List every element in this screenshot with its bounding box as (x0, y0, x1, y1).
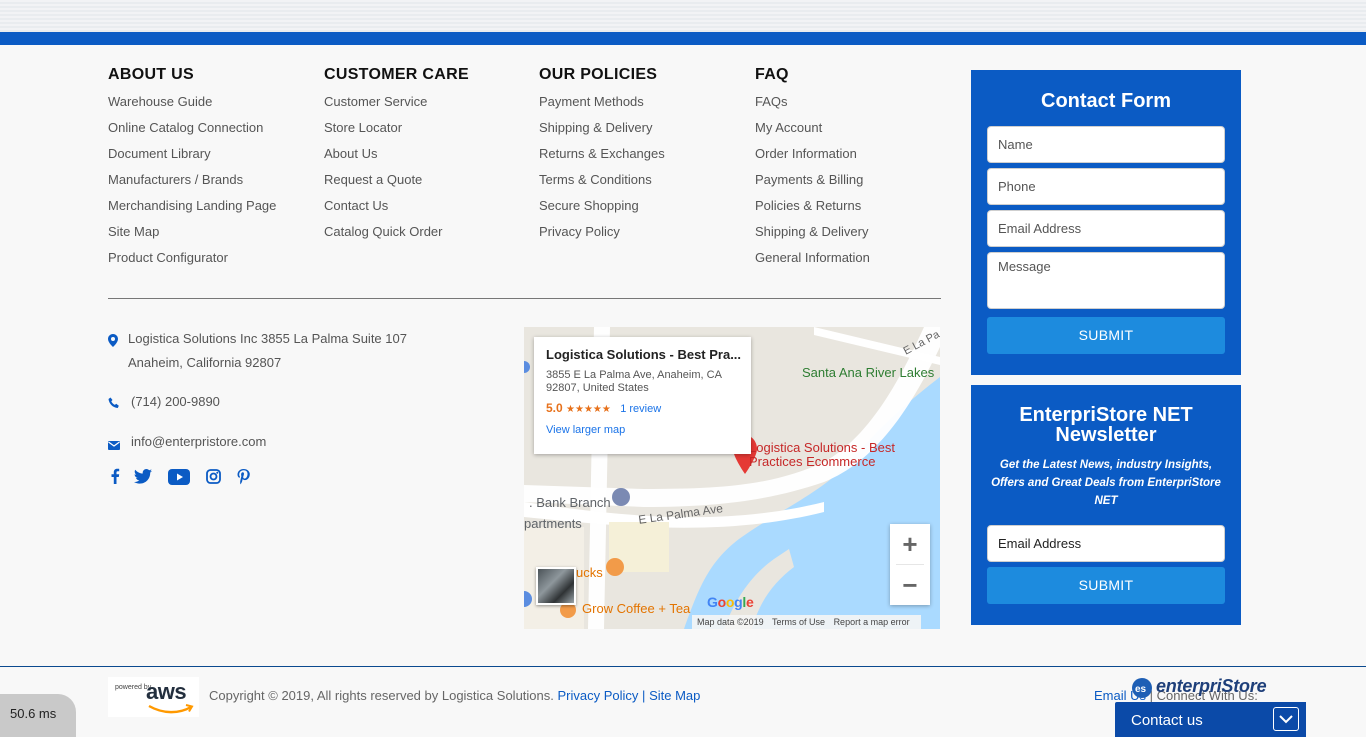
email-address[interactable]: info@enterpristore.com (131, 434, 266, 449)
satellite-toggle[interactable] (536, 567, 576, 605)
divider (108, 298, 941, 299)
newsletter-submit-button[interactable]: SUBMIT (987, 567, 1225, 604)
privacy-policy-link[interactable]: Privacy Policy (558, 688, 639, 703)
phone-field[interactable]: Phone (987, 168, 1225, 205)
place-address: 3855 E La Palma Ave, Anaheim, CA 92807, U… (546, 369, 722, 394)
footer-link[interactable]: Document Library (108, 145, 276, 171)
footer-link[interactable]: Request a Quote (324, 171, 469, 197)
youtube-icon[interactable] (168, 469, 190, 490)
pinterest-icon[interactable] (237, 469, 250, 490)
copyright: Copyright © 2019, All rights reserved by… (209, 688, 701, 703)
footer-link[interactable]: FAQs (755, 93, 870, 119)
footer-link[interactable]: Terms & Conditions (539, 171, 665, 197)
place-info-card: Logistica Solutions - Best Pra... 3855 E… (534, 337, 751, 454)
newsletter-panel: EnterpriStore NET Newsletter Get the Late… (971, 385, 1241, 625)
map-label-bucks: ucks (576, 565, 603, 580)
report-map-error-link[interactable]: Report a map error (834, 617, 910, 627)
svg-text:es: es (1135, 684, 1147, 695)
footer-column-customer-care: CUSTOMER CARE Customer Service Store Loc… (324, 66, 469, 249)
footer-link[interactable]: General Information (755, 249, 870, 275)
email-field[interactable]: Email Address (987, 210, 1225, 247)
twitter-icon[interactable] (134, 469, 152, 489)
footer-link[interactable]: Product Configurator (108, 249, 276, 275)
terms-of-use-link[interactable]: Terms of Use (772, 617, 825, 627)
footer-link[interactable]: About Us (324, 145, 469, 171)
column-title: ABOUT US (108, 66, 194, 83)
footer-link[interactable]: Manufacturers / Brands (108, 171, 276, 197)
footer-link[interactable]: Site Map (108, 223, 276, 249)
footer-column-about-us: ABOUT US Warehouse Guide Online Catalog … (108, 66, 276, 275)
footer-link[interactable]: Payment Methods (539, 93, 665, 119)
zoom-in-button[interactable]: + (890, 524, 930, 564)
contact-submit-button[interactable]: SUBMIT (987, 317, 1225, 354)
enterpristore-logo: es enterpriStore (1130, 676, 1267, 705)
aws-text: aws (146, 679, 187, 704)
newsletter-title: EnterpriStore NET Newsletter (1019, 404, 1193, 446)
star-rating-icon: ★★★★★ (566, 404, 611, 415)
header-blue-bar (0, 32, 1366, 45)
footer-link[interactable]: Online Catalog Connection (108, 119, 276, 145)
footer-link[interactable]: Store Locator (324, 119, 469, 145)
map-label-bank: . Bank Branch (529, 495, 611, 510)
footer-link[interactable]: Customer Service (324, 93, 469, 119)
footer-divider (0, 666, 1366, 667)
enterpristore-logo-icon: es (1132, 678, 1152, 698)
place-rating: 5.0 ★★★★★ 1 review (546, 401, 662, 415)
map-label-coffee: Grow Coffee + Tea (582, 601, 691, 616)
footer-link[interactable]: Merchandising Landing Page (108, 197, 276, 223)
footer-link[interactable]: Warehouse Guide (108, 93, 276, 119)
facebook-icon[interactable] (110, 468, 120, 489)
render-timer-badge: 50.6 ms (0, 694, 76, 737)
contact-form-panel: Contact Form Name Phone Email Address Me… (971, 70, 1241, 375)
footer-link[interactable]: Privacy Policy (539, 223, 665, 249)
aws-smile-icon (148, 704, 194, 714)
footer-column-our-policies: OUR POLICIES Payment Methods Shipping & … (539, 66, 665, 249)
contact-us-label: Contact us (1131, 712, 1203, 729)
place-title: Logistica Solutions - Best Pra... (546, 347, 742, 362)
footer-link[interactable]: Catalog Quick Order (324, 223, 469, 249)
footer-link[interactable]: Shipping & Delivery (755, 223, 870, 249)
contact-us-tab[interactable]: Contact us (1115, 702, 1306, 737)
reviews-link[interactable]: 1 review (620, 403, 661, 415)
view-larger-map-link[interactable]: View larger map (546, 424, 739, 436)
footer-link[interactable]: My Account (755, 119, 870, 145)
footer-link[interactable]: Policies & Returns (755, 197, 870, 223)
footer-link[interactable]: Contact Us (324, 197, 469, 223)
column-title: CUSTOMER CARE (324, 66, 469, 83)
map-label-apartments: partments (524, 516, 582, 531)
map-pin-label: Logistica Solutions - Best Practices Ecom… (749, 440, 895, 469)
message-field[interactable]: Message (987, 252, 1225, 309)
google-map[interactable]: Santa Ana River Lakes Logistica Solution… (524, 327, 940, 629)
envelope-icon (108, 438, 120, 453)
map-zoom-controls: + − (890, 524, 930, 605)
map-marker-icon (108, 334, 118, 350)
map-label-river: Santa Ana River Lakes (802, 365, 935, 380)
column-title: FAQ (755, 66, 789, 83)
footer-link[interactable]: Shipping & Delivery (539, 119, 665, 145)
newsletter-subtitle: Get the Latest News, industry Insights, … (991, 459, 1221, 507)
name-field[interactable]: Name (987, 126, 1225, 163)
chevron-down-icon[interactable] (1273, 707, 1299, 731)
address-line2: Anaheim, California 92807 (128, 355, 282, 370)
address-line1: Logistica Solutions Inc 3855 La Palma Su… (128, 331, 407, 346)
contact-form-title: Contact Form (1041, 90, 1171, 112)
aws-powered-logo: powered by aws (108, 677, 199, 717)
column-title: OUR POLICIES (539, 66, 658, 83)
footer-link[interactable]: Order Information (755, 145, 870, 171)
phone-icon (108, 397, 120, 412)
google-logo: Google (707, 594, 754, 610)
footer-link[interactable]: Secure Shopping (539, 197, 665, 223)
newsletter-email-field[interactable]: Email Address (987, 525, 1225, 562)
zoom-out-button[interactable]: − (890, 565, 930, 605)
footer-link[interactable]: Payments & Billing (755, 171, 870, 197)
instagram-icon[interactable] (206, 469, 221, 489)
footer-column-faq: FAQ FAQs My Account Order Information Pa… (755, 66, 870, 275)
map-data-text: Map data ©2019 (697, 617, 764, 627)
footer-link[interactable]: Returns & Exchanges (539, 145, 665, 171)
site-map-link[interactable]: Site Map (649, 688, 700, 703)
phone-number[interactable]: (714) 200-9890 (131, 394, 220, 409)
header-texture-strip (0, 0, 1366, 32)
map-attribution: Map data ©2019 Terms of Use Report a map… (692, 615, 921, 629)
